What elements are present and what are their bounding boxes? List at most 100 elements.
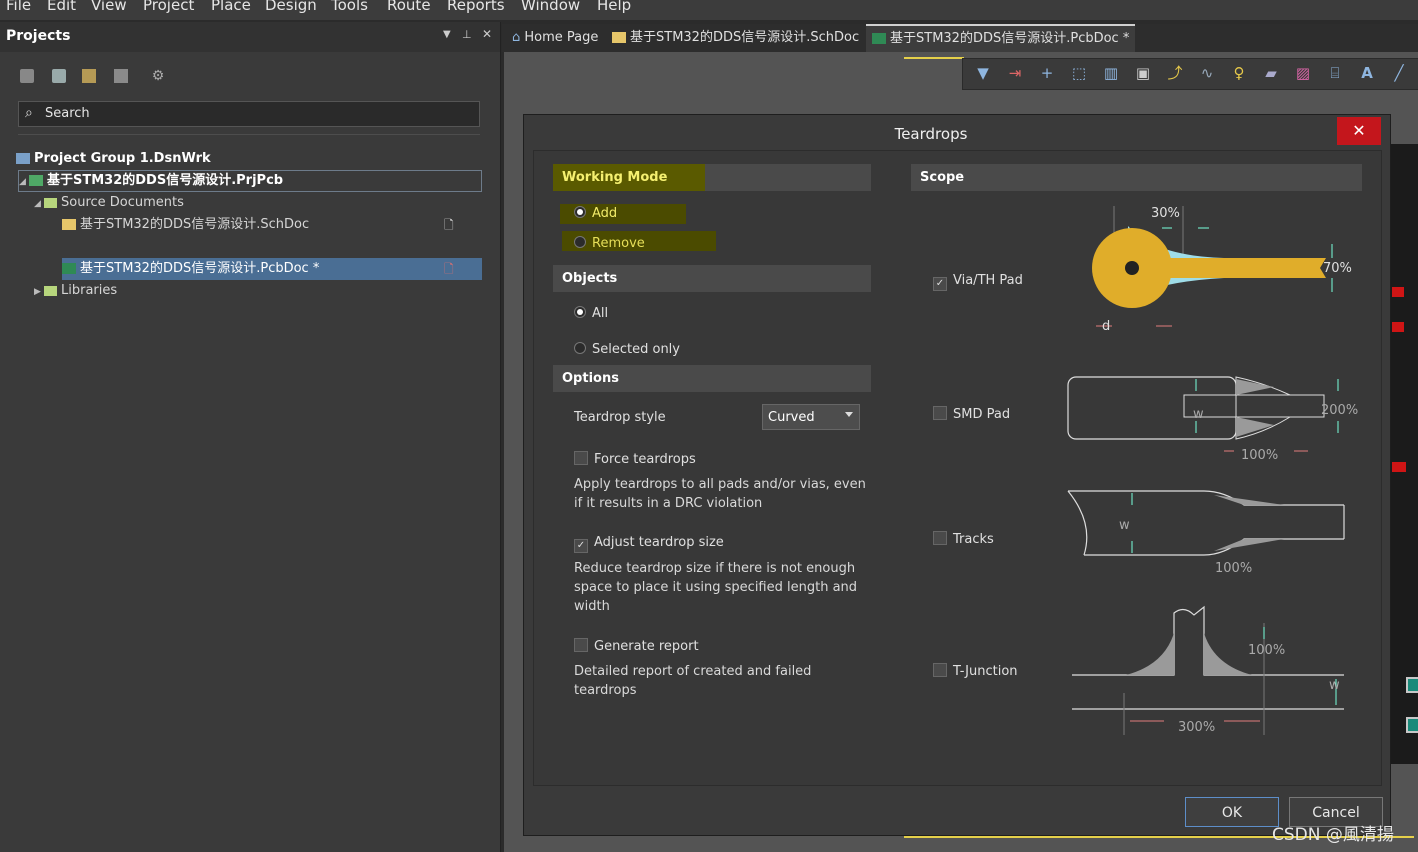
- tracks-pct-bottom: 100%: [1215, 561, 1253, 576]
- menu-route[interactable]: Route: [387, 0, 431, 14]
- project-options-icon[interactable]: [114, 69, 128, 83]
- options-label: Options: [562, 371, 619, 386]
- route-icon[interactable]: ⤴: [1167, 65, 1183, 81]
- radio-selected-only-label: Selected only: [592, 342, 680, 357]
- teardrop-style-value: Curved: [768, 410, 815, 425]
- document-status-icon: 🗋: [444, 218, 454, 232]
- chevron-down-icon: [845, 412, 853, 417]
- tab-home-page[interactable]: ⌂ Home Page: [506, 24, 604, 52]
- menu-reports[interactable]: Reports: [447, 0, 505, 14]
- tree-project[interactable]: ◢ 基于STM32的DDS信号源设计.PrjPcb: [18, 170, 482, 192]
- component-icon[interactable]: ▣: [1135, 65, 1151, 81]
- crosshair-icon[interactable]: +: [1039, 65, 1055, 81]
- save-all-icon[interactable]: [52, 69, 66, 83]
- search-input[interactable]: ⌕ Search: [18, 101, 480, 127]
- adjust-teardrop-size-checkbox[interactable]: ✓ Adjust teardrop size: [574, 535, 724, 553]
- pcb-pad: [1392, 322, 1404, 332]
- force-teardrops-checkbox[interactable]: Force teardrops: [574, 451, 696, 467]
- via-th-pad-label: Via/TH Pad: [953, 273, 1023, 288]
- via-teardrop-diagram: [1092, 206, 1333, 327]
- t-junction-checkbox[interactable]: T-Junction: [933, 663, 1018, 679]
- polygon-icon[interactable]: ▰: [1263, 65, 1279, 81]
- source-documents-label: Source Documents: [61, 195, 184, 210]
- schematic-doc-icon: [612, 32, 626, 43]
- via-th-pad-checkbox[interactable]: ✓ Via/TH Pad: [933, 273, 1023, 291]
- working-mode-header: Working Mode: [553, 164, 871, 191]
- radio-selected-only[interactable]: Selected only: [574, 342, 680, 357]
- expand-arrow-icon[interactable]: ▶: [34, 281, 44, 303]
- smd-w-label: w: [1193, 407, 1204, 422]
- projects-panel: Projects ▼ ⊥ ✕ ⚙ ⌕ Search Project Group …: [0, 22, 501, 852]
- checkbox-box: [574, 638, 588, 652]
- diff-pair-icon[interactable]: ∿: [1199, 65, 1215, 81]
- tree-source-documents[interactable]: ◢ Source Documents: [34, 192, 184, 214]
- t-junction-label: T-Junction: [953, 664, 1018, 679]
- tree-pcbdoc[interactable]: 基于STM32的DDS信号源设计.PcbDoc * 🗋: [62, 258, 482, 280]
- smd-pct-right: 200%: [1321, 403, 1359, 418]
- menu-project[interactable]: Project: [143, 0, 194, 14]
- projects-title: Projects: [6, 28, 71, 44]
- search-placeholder: Search: [45, 106, 90, 121]
- tree-schdoc[interactable]: 基于STM32的DDS信号源设计.SchDoc 🗋: [62, 214, 482, 236]
- menu-view[interactable]: View: [91, 0, 127, 14]
- tab-schdoc[interactable]: 基于STM32的DDS信号源设计.SchDoc: [606, 24, 865, 52]
- open-project-icon[interactable]: [82, 69, 96, 83]
- interactive-routing-icon[interactable]: ⇥: [1007, 65, 1023, 81]
- menu-help[interactable]: Help: [597, 0, 631, 14]
- close-button[interactable]: ✕: [1337, 117, 1381, 145]
- objects-header: Objects: [553, 265, 871, 292]
- menu-place[interactable]: Place: [211, 0, 251, 14]
- gear-icon[interactable]: ⚙: [151, 69, 165, 83]
- pin-icon[interactable]: ⊥: [462, 28, 472, 41]
- tree-libraries[interactable]: ▶ Libraries: [34, 280, 117, 302]
- modified-document-icon: 🗋: [444, 262, 454, 276]
- tracks-checkbox[interactable]: Tracks: [933, 531, 994, 547]
- generate-report-label: Generate report: [594, 639, 699, 654]
- tab-pcbdoc[interactable]: 基于STM32的DDS信号源设计.PcbDoc *: [866, 24, 1136, 52]
- description-line: Reduce teardrop size if there is not eno…: [574, 561, 856, 576]
- menu-design[interactable]: Design: [265, 0, 317, 14]
- tree-project-group[interactable]: Project Group 1.DsnWrk: [16, 148, 211, 170]
- ok-button[interactable]: OK: [1185, 797, 1279, 827]
- save-icon[interactable]: [20, 69, 34, 83]
- radio-all[interactable]: All: [574, 306, 608, 321]
- scope-header: Scope: [911, 164, 1362, 191]
- schematic-doc-icon: [62, 219, 76, 230]
- radio-add[interactable]: Add: [560, 204, 686, 224]
- schdoc-label: 基于STM32的DDS信号源设计.SchDoc: [80, 217, 310, 232]
- radio-remove[interactable]: Remove: [562, 231, 716, 251]
- description-line: Apply teardrops to all pads and/or vias,…: [574, 477, 866, 492]
- via-icon[interactable]: ♀: [1231, 65, 1247, 81]
- menu-file[interactable]: File: [6, 0, 31, 14]
- working-mode-label: Working Mode: [553, 164, 705, 191]
- project-group-label: Project Group 1.DsnWrk: [34, 151, 211, 166]
- smd-pad-checkbox[interactable]: SMD Pad: [933, 406, 1010, 422]
- tjunction-pct-top: 100%: [1248, 643, 1286, 658]
- close-panel-icon[interactable]: ✕: [482, 27, 492, 41]
- align-icon[interactable]: ▥: [1103, 65, 1119, 81]
- dimension-icon[interactable]: ⌸: [1327, 65, 1343, 81]
- via-pct-top: 30%: [1151, 206, 1180, 221]
- menu-edit[interactable]: Edit: [47, 0, 76, 14]
- project-label: 基于STM32的DDS信号源设计.PrjPcb: [47, 173, 284, 188]
- panel-menu-icon[interactable]: ▼: [443, 29, 451, 40]
- menu-tools[interactable]: Tools: [331, 0, 368, 14]
- collapse-arrow-icon[interactable]: ◢: [19, 172, 29, 192]
- collapse-arrow-icon[interactable]: ◢: [34, 193, 44, 215]
- tab-schdoc-label: 基于STM32的DDS信号源设计.SchDoc: [630, 30, 860, 45]
- dialog-content: Working Mode Add Remove Objects All Sele…: [533, 150, 1382, 786]
- line-icon[interactable]: ╱: [1391, 65, 1407, 81]
- filter-icon[interactable]: ▼: [975, 65, 991, 81]
- text-icon[interactable]: A: [1359, 65, 1375, 81]
- radio-add-label: Add: [592, 206, 618, 221]
- checkbox-box: [933, 406, 947, 420]
- edit-icon[interactable]: ▨: [1295, 65, 1311, 81]
- menu-window[interactable]: Window: [521, 0, 580, 14]
- libraries-label: Libraries: [61, 283, 118, 298]
- tjunction-w-label: w: [1329, 678, 1340, 693]
- teardrop-style-select[interactable]: Curved: [762, 404, 860, 430]
- dimension-line: [904, 57, 964, 59]
- force-teardrops-description: Apply teardrops to all pads and/or vias,…: [574, 475, 866, 513]
- select-rect-icon[interactable]: ⬚: [1071, 65, 1087, 81]
- generate-report-checkbox[interactable]: Generate report: [574, 638, 699, 654]
